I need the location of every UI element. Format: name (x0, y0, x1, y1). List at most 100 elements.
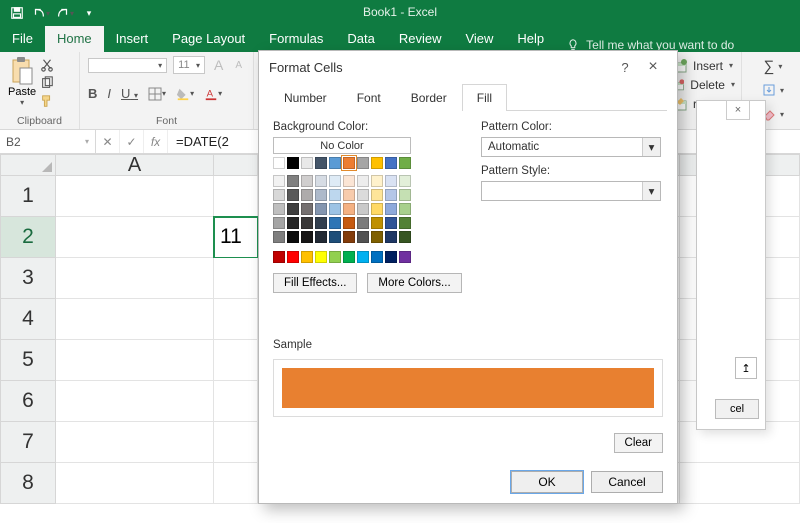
row-header[interactable]: 1 (0, 176, 56, 217)
row-header[interactable]: 5 (0, 340, 56, 381)
color-swatch[interactable] (343, 189, 355, 201)
cell[interactable] (56, 217, 214, 258)
select-all-corner[interactable] (0, 154, 56, 176)
color-swatch[interactable] (329, 251, 341, 263)
color-swatch[interactable] (329, 231, 341, 243)
tab-view[interactable]: View (453, 26, 505, 52)
color-swatch[interactable] (315, 175, 327, 187)
color-swatch[interactable] (273, 157, 285, 169)
enter-formula-icon[interactable]: ✓ (120, 130, 144, 153)
dialog-close-icon[interactable]: × (639, 58, 667, 76)
dialog-tab-fill[interactable]: Fill (462, 84, 507, 111)
color-swatch[interactable] (287, 231, 299, 243)
cell[interactable] (214, 299, 258, 340)
cell[interactable] (214, 422, 258, 463)
name-box[interactable]: B2▾ (0, 130, 96, 153)
cell[interactable] (214, 340, 258, 381)
pattern-style-combo[interactable]: ▾ (481, 181, 661, 201)
fill-color-icon[interactable]: ▾ (176, 87, 194, 101)
color-swatch[interactable] (315, 203, 327, 215)
cell[interactable] (214, 463, 258, 504)
cell[interactable] (56, 422, 214, 463)
copy-icon[interactable] (40, 76, 54, 90)
qat-customize-icon[interactable]: ▾ (78, 2, 100, 24)
color-swatch[interactable] (357, 189, 369, 201)
cell[interactable] (214, 381, 258, 422)
dialog-tab-number[interactable]: Number (269, 84, 342, 111)
row-header[interactable]: 7 (0, 422, 56, 463)
pattern-color-combo[interactable]: Automatic▾ (481, 137, 661, 157)
cell[interactable] (56, 340, 214, 381)
cancel-button[interactable]: Cancel (591, 471, 663, 493)
redo-icon[interactable]: ▾ (54, 2, 76, 24)
color-swatch[interactable] (315, 157, 327, 169)
cancel-formula-icon[interactable]: ✕ (96, 130, 120, 153)
color-swatch[interactable] (301, 231, 313, 243)
color-swatch[interactable] (385, 203, 397, 215)
bold-button[interactable]: B (88, 86, 97, 101)
grow-font-icon[interactable]: A (211, 57, 226, 73)
color-swatch[interactable] (399, 189, 411, 201)
row-header[interactable]: 4 (0, 299, 56, 340)
color-swatch[interactable] (399, 157, 411, 169)
color-swatch[interactable] (357, 217, 369, 229)
color-swatch[interactable] (343, 157, 355, 169)
color-swatch[interactable] (357, 231, 369, 243)
background-dialog-cancel-button[interactable]: cel (715, 399, 759, 419)
color-swatch[interactable] (273, 175, 285, 187)
insert-cells-button[interactable]: Insert▾ (673, 56, 735, 75)
clear-button[interactable]: Clear (614, 433, 663, 453)
cell[interactable] (680, 463, 800, 504)
color-swatch[interactable] (399, 217, 411, 229)
cell-selected[interactable]: 11 (214, 217, 258, 258)
background-dialog-close-icon[interactable]: × (726, 100, 750, 120)
font-color-icon[interactable]: A▾ (204, 87, 222, 101)
italic-button[interactable]: I (107, 86, 111, 101)
cell[interactable] (56, 463, 214, 504)
color-swatch[interactable] (399, 203, 411, 215)
color-swatch[interactable] (399, 175, 411, 187)
color-swatch[interactable] (301, 203, 313, 215)
dialog-help-icon[interactable]: ? (611, 60, 639, 75)
color-swatch[interactable] (301, 157, 313, 169)
color-swatch[interactable] (385, 231, 397, 243)
color-swatch[interactable] (315, 217, 327, 229)
format-painter-icon[interactable] (40, 94, 54, 108)
color-swatch[interactable] (273, 251, 285, 263)
cell[interactable] (56, 381, 214, 422)
color-swatch[interactable] (287, 203, 299, 215)
color-swatch[interactable] (371, 231, 383, 243)
color-swatch[interactable] (273, 203, 285, 215)
color-swatch[interactable] (343, 231, 355, 243)
color-swatch[interactable] (287, 189, 299, 201)
color-swatch[interactable] (371, 251, 383, 263)
no-color-button[interactable]: No Color (273, 137, 411, 154)
color-swatch[interactable] (385, 251, 397, 263)
col-header-b[interactable] (214, 154, 258, 176)
row-header[interactable]: 8 (0, 463, 56, 504)
insert-function-icon[interactable]: fx (144, 130, 168, 153)
font-size-combo[interactable]: 11▾ (173, 56, 205, 74)
color-swatch[interactable] (343, 251, 355, 263)
autosum-button[interactable]: ∑▾ (764, 56, 783, 76)
color-swatch[interactable] (357, 251, 369, 263)
fill-button[interactable]: ▾ (762, 80, 784, 100)
color-swatch[interactable] (357, 203, 369, 215)
color-swatch[interactable] (329, 189, 341, 201)
formula-text[interactable]: =DATE(2 (168, 134, 229, 149)
tab-home[interactable]: Home (45, 26, 104, 52)
color-swatch[interactable] (385, 157, 397, 169)
tab-formulas[interactable]: Formulas (257, 26, 335, 52)
ok-button[interactable]: OK (511, 471, 583, 493)
color-swatch[interactable] (287, 157, 299, 169)
color-swatch[interactable] (301, 189, 313, 201)
color-swatch[interactable] (357, 157, 369, 169)
color-swatch[interactable] (315, 231, 327, 243)
dialog-tab-border[interactable]: Border (396, 84, 462, 111)
color-swatch[interactable] (315, 251, 327, 263)
color-swatch[interactable] (399, 231, 411, 243)
color-swatch[interactable] (357, 175, 369, 187)
color-swatch[interactable] (301, 175, 313, 187)
cell[interactable] (214, 258, 258, 299)
delete-cells-button[interactable]: Delete▾ (673, 75, 735, 94)
